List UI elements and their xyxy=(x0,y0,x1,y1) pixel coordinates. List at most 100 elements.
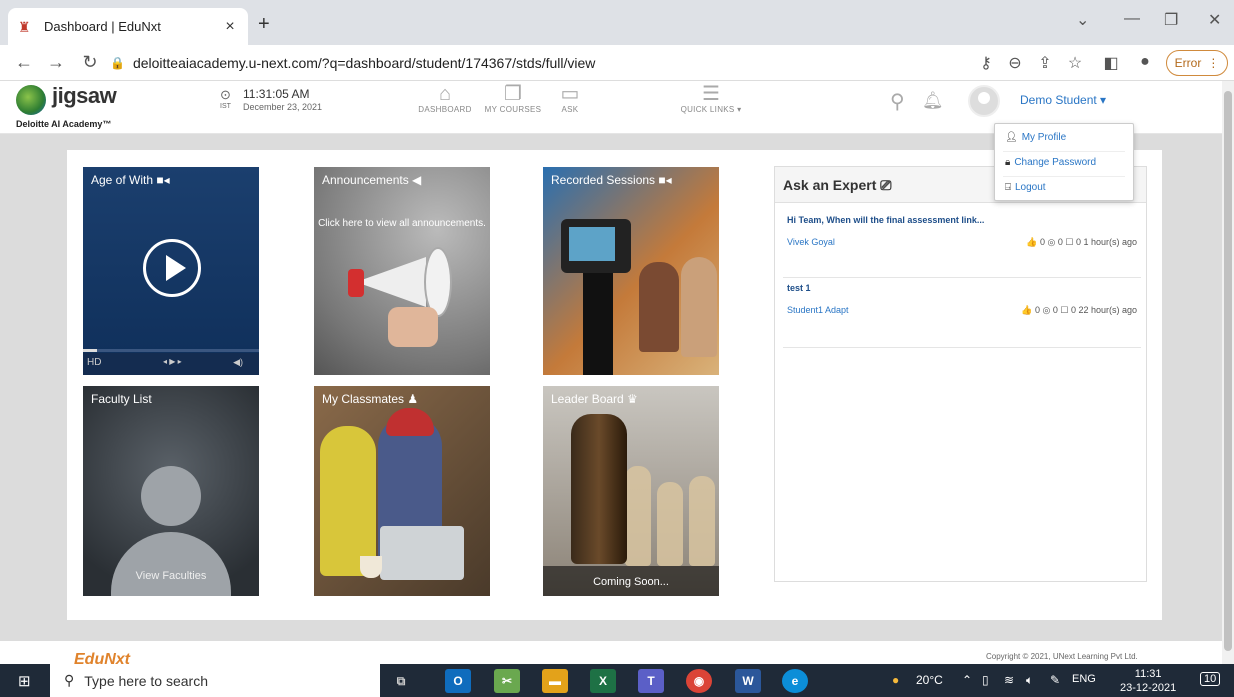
forward-icon[interactable]: → xyxy=(44,52,68,73)
question-title[interactable]: test 1 xyxy=(787,283,1137,293)
tab-title: Dashboard | EduNxt xyxy=(44,19,161,34)
jigsaw-logo-icon[interactable] xyxy=(16,85,46,115)
taskbar-clock[interactable]: 11:31 23-12-2021 xyxy=(1120,667,1176,695)
coming-soon-label: Coming Soon... xyxy=(593,576,669,588)
weather-temp[interactable]: 20°C xyxy=(916,673,943,687)
battery-icon[interactable]: ▯ xyxy=(982,673,989,687)
windows-start-icon[interactable]: ⊞ xyxy=(18,672,31,690)
share-icon[interactable]: ⇪ xyxy=(1034,53,1056,73)
nav-dashboard-label: DASHBOARD xyxy=(418,105,472,114)
view-faculties-link[interactable]: View Faculties xyxy=(83,570,259,582)
tile-faculty-list[interactable]: Faculty List View Faculties xyxy=(83,386,259,596)
back-icon[interactable]: ← xyxy=(12,52,36,73)
url-field[interactable]: 🔒 deloitteaiacademy.u-next.com/?q=dashbo… xyxy=(110,49,970,77)
snipping-tool-icon[interactable]: ✂ xyxy=(494,669,520,693)
announcements-cta[interactable]: Click here to view all announcements. xyxy=(314,217,490,230)
laptop-image xyxy=(380,526,464,580)
nav-my-courses-label: MY COURSES xyxy=(484,105,542,114)
zoom-icon[interactable]: ⊖ xyxy=(1004,53,1026,73)
hd-label[interactable]: HD xyxy=(87,357,101,368)
close-tab-icon[interactable]: × xyxy=(222,18,238,36)
background-person xyxy=(681,257,717,357)
restore-icon[interactable]: ❐ xyxy=(1164,10,1178,30)
nav-my-courses[interactable]: ❐ MY COURSES xyxy=(480,83,546,114)
speaker-icon[interactable]: 🔈︎ xyxy=(1026,673,1033,688)
page-scrollbar[interactable] xyxy=(1222,81,1234,664)
clock-time: 11:31 xyxy=(1134,668,1162,680)
minimize-icon[interactable]: — xyxy=(1124,10,1140,28)
question-author[interactable]: Vivek Goyal xyxy=(787,237,835,248)
playback-controls[interactable]: ◂ ▶ ▸ xyxy=(163,357,182,366)
tile-leader-board[interactable]: Leader Board ♛ Coming Soon... xyxy=(543,386,719,596)
divider xyxy=(783,347,1141,348)
avatar[interactable] xyxy=(968,85,1000,117)
browser-tab[interactable]: ♜ Dashboard | EduNxt × xyxy=(8,8,248,45)
background-person xyxy=(639,262,679,352)
chess-piece xyxy=(657,482,683,566)
nav-ask[interactable]: ▭ ASK xyxy=(556,83,584,114)
profile-icon[interactable]: ● xyxy=(1134,53,1156,71)
nav-quick-links[interactable]: ☰ QUICK LINKS ▾ xyxy=(676,83,746,114)
play-icon[interactable] xyxy=(143,239,201,297)
chrome-icon[interactable]: ◉ xyxy=(686,669,712,693)
new-tab-icon[interactable]: + xyxy=(258,13,270,36)
question-title[interactable]: Hi Team, When will the final assessment … xyxy=(787,215,1137,225)
scrollbar-thumb[interactable] xyxy=(1224,91,1232,651)
camera-image xyxy=(561,219,631,273)
question-item[interactable]: test 1 Student1 Adapt 👍 0 ◎ 0 ☐ 0 22 hou… xyxy=(787,283,1137,316)
error-button[interactable]: Error ⋮ xyxy=(1166,50,1228,76)
teams-icon[interactable]: T xyxy=(638,669,664,693)
home-icon: ⌂ xyxy=(438,83,452,105)
tile-announcements[interactable]: Announcements ◀ Click here to view all a… xyxy=(314,167,490,375)
task-view-icon[interactable]: ⧉ xyxy=(388,669,414,693)
tile-title: Age of With ■◂ xyxy=(91,173,170,187)
logo-text[interactable]: jigsaw xyxy=(52,83,117,109)
file-explorer-icon[interactable]: ▬ xyxy=(542,669,568,693)
copy-icon: ❐ xyxy=(504,83,522,105)
question-stats: 👍 0 ◎ 0 ☐ 0 1 hour(s) ago xyxy=(1026,237,1137,247)
megaphone-image xyxy=(344,247,474,347)
key-icon[interactable]: ⚷ xyxy=(975,53,997,73)
tab-search-icon[interactable]: ⌄ xyxy=(1076,10,1089,30)
bell-icon[interactable]: 🔔︎ xyxy=(922,91,944,111)
tile-age-of-with[interactable]: Age of With ■◂ HD ◂ ▶ ▸ ◀) xyxy=(83,167,259,375)
outlook-icon[interactable]: O xyxy=(445,669,471,693)
user-name-dropdown[interactable]: Demo Student ▾ xyxy=(1020,93,1106,107)
pen-icon[interactable]: ✎ xyxy=(1050,673,1060,687)
lock-icon[interactable]: 🔒 xyxy=(110,56,125,70)
menu-item-logout[interactable]: ⍈ Logout xyxy=(1005,182,1046,193)
page-footer: EduNxt Copyright © 2021, UNext Learning … xyxy=(0,641,1222,668)
weather-icon[interactable]: ● xyxy=(892,673,899,687)
nav-dashboard[interactable]: ⌂ DASHBOARD xyxy=(414,83,476,114)
video-control-bar: HD ◂ ▶ ▸ ◀) xyxy=(83,349,259,375)
reload-icon[interactable]: ↻ xyxy=(78,52,102,73)
taskbar-search[interactable]: ⚲ Type here to search xyxy=(50,664,380,697)
menu-item-my-profile[interactable]: 👤︎ My Profile xyxy=(1005,132,1066,143)
language-indicator[interactable]: ENG xyxy=(1072,673,1096,685)
question-author[interactable]: Student1 Adapt xyxy=(787,305,849,316)
notification-icon[interactable]: 10 xyxy=(1200,672,1221,686)
search-icon: ⚲ xyxy=(64,672,75,688)
word-icon[interactable]: W xyxy=(735,669,761,693)
bookmark-star-icon[interactable]: ☆ xyxy=(1064,53,1086,73)
menu-item-change-password[interactable]: 🔒︎ Change Password xyxy=(1005,157,1096,168)
question-item[interactable]: Hi Team, When will the final assessment … xyxy=(787,215,1137,248)
tile-recorded-sessions[interactable]: Recorded Sessions ■◂ xyxy=(543,167,719,375)
windows-taskbar: ⊞ ⚲ Type here to search ⧉ O ✂ ▬ X T ◉ W … xyxy=(0,664,1234,697)
lock-icon: 🔒︎ xyxy=(1005,157,1011,168)
question-stats: 👍 0 ◎ 0 ☐ 0 22 hour(s) ago xyxy=(1021,305,1137,315)
video-progress[interactable] xyxy=(83,349,259,352)
timezone-label: IST xyxy=(220,103,231,110)
wifi-icon[interactable]: ≋ xyxy=(1004,673,1014,687)
side-panel-icon[interactable]: ◧ xyxy=(1100,53,1122,73)
menu-item-label: My Profile xyxy=(1021,132,1067,143)
tray-chevron-icon[interactable]: ⌃ xyxy=(962,673,972,687)
browser-tab-bar: ♜ Dashboard | EduNxt × + ⌄ — ❐ ✕ xyxy=(0,0,1234,45)
tile-title: Faculty List xyxy=(91,392,152,406)
search-icon[interactable]: ⚲ xyxy=(890,89,905,114)
excel-icon[interactable]: X xyxy=(590,669,616,693)
close-window-icon[interactable]: ✕ xyxy=(1208,10,1221,30)
volume-icon[interactable]: ◀) xyxy=(233,357,243,368)
tile-my-classmates[interactable]: My Classmates ♟ xyxy=(314,386,490,596)
edge-icon[interactable]: e xyxy=(782,669,808,693)
